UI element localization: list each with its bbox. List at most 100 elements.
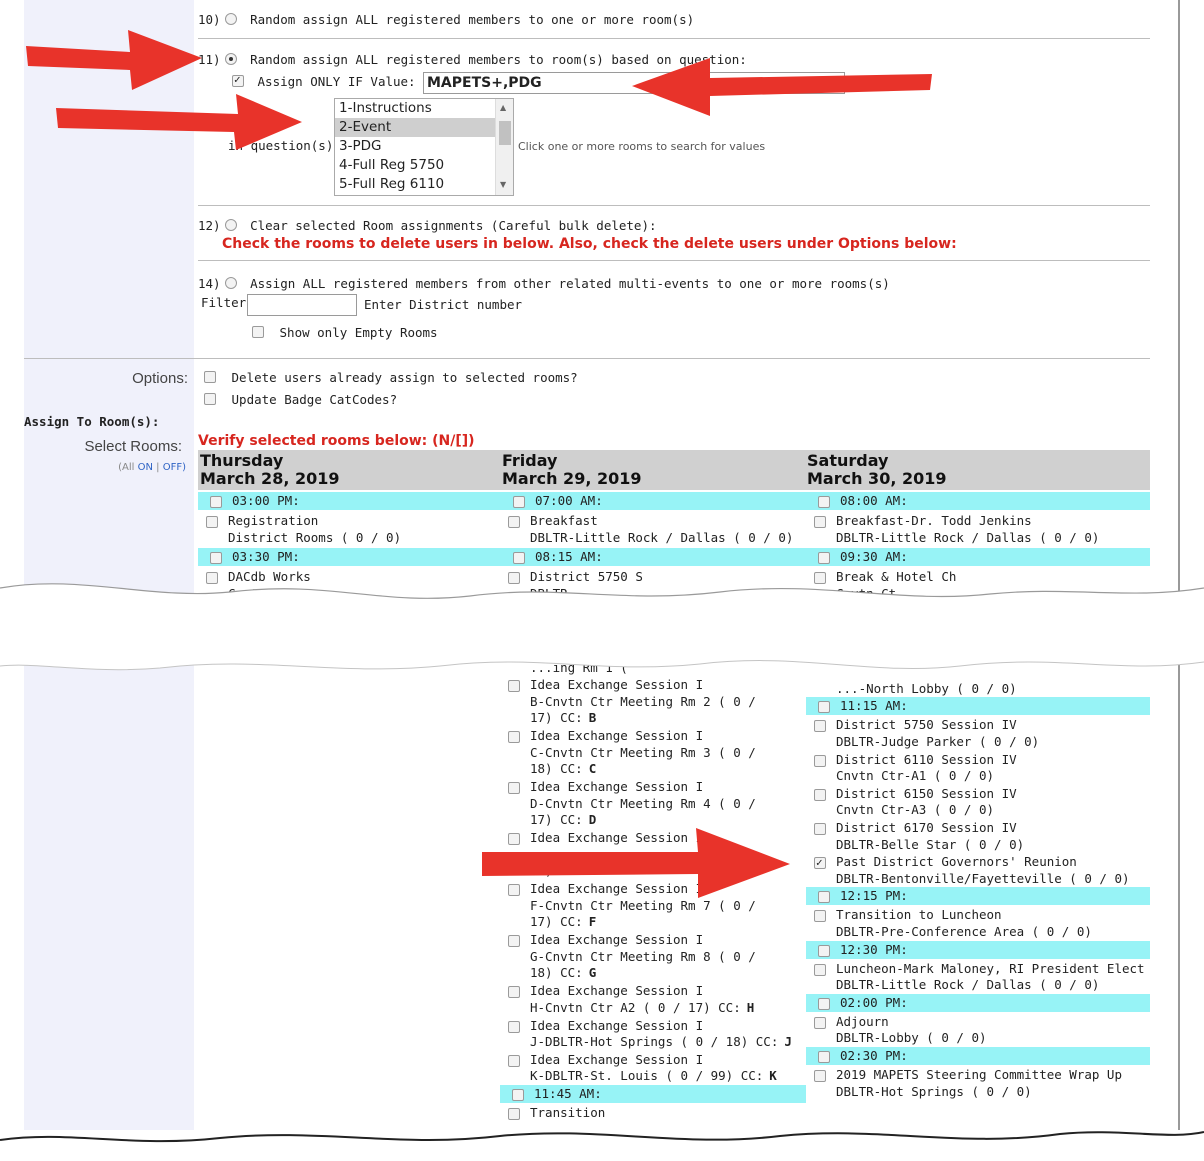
empty-rooms-row: Show only Empty Rooms [252,325,438,340]
room-checkbox[interactable] [508,935,520,948]
room-checkbox[interactable] [508,1054,520,1067]
time-slot[interactable]: 07:00 AM: [513,493,603,510]
room-item[interactable]: Registration District Rooms ( 0 / 0) [206,513,401,546]
room-checkbox[interactable] [814,788,826,801]
cc-code: H [746,999,755,1015]
all-on-link[interactable]: ON [138,462,153,473]
room-location: DBLTR-Hot Springs ( 0 / 0) [836,1084,1122,1101]
room-item[interactable]: Idea Exchange Session I J-DBLTR-Hot Sprin… [508,1018,792,1051]
time-slot-checkbox[interactable] [210,496,222,508]
update-badge-checkbox[interactable] [204,393,216,405]
room-line-text: 17) CC: [530,914,583,930]
time-slot-checkbox[interactable] [818,552,830,564]
room-checkbox[interactable] [508,680,520,693]
time-slot[interactable]: 08:15 AM: [513,549,603,566]
empty-rooms-checkbox[interactable] [252,326,264,338]
room-item[interactable]: ...-North Lobby ( 0 / 0) [836,681,1017,698]
room-item[interactable]: Idea Exchange Session I B-Cnvtn Ctr Meeti… [508,677,756,727]
room-checkbox[interactable] [814,1070,826,1082]
time-slot-checkbox[interactable] [818,997,830,1010]
time-slot[interactable]: 11:15 AM: [818,698,908,715]
room-checkbox[interactable] [814,516,826,528]
room-item[interactable]: Adjourn DBLTR-Lobby ( 0 / 0) [814,1014,987,1047]
room-item[interactable]: District 6170 Session IV DBLTR-Belle Star… [814,820,1024,853]
room-line-text: D-Cnvtn Ctr Meeting Rm 4 ( 0 / [530,795,756,811]
time-slot[interactable]: 11:45 AM: [512,1086,602,1103]
all-off-link[interactable]: OFF) [163,462,186,473]
room-checkbox[interactable] [508,986,520,999]
time-slot-checkbox[interactable] [512,1089,524,1101]
room-item[interactable]: Luncheon-Mark Maloney, RI President Elec… [814,961,1145,994]
time-slot[interactable]: 12:30 PM: [818,942,908,959]
room-checkbox[interactable] [206,516,218,528]
room-checkbox[interactable] [814,754,826,767]
room-checkbox[interactable] [508,731,520,744]
room-location: DBLTR-Little Rock / Dallas ( 0 / 0) [836,977,1145,994]
time-label: 02:00 PM: [840,994,908,1010]
question-option[interactable]: 1-Instructions [335,99,513,118]
option-11-radio[interactable] [224,53,237,65]
all-on-off: (All ON | OFF) [24,462,186,473]
room-item[interactable]: District 5750 Session IV DBLTR-Judge Park… [814,717,1039,750]
time-slot-checkbox[interactable] [513,496,525,508]
room-item[interactable]: Idea Exchange Session I K-DBLTR-St. Louis… [508,1052,777,1085]
scroll-down-icon[interactable]: ▼ [500,180,506,189]
time-slot[interactable]: 12:15 PM: [818,888,908,905]
filter-hint: Enter District number [364,297,523,312]
room-item[interactable]: District 6150 Session IV Cnvtn Ctr-A3 ( 0… [814,786,1017,819]
listbox-scrollbar[interactable]: ▲ ▼ [495,99,513,195]
room-title: Breakfast [530,513,598,528]
time-slot[interactable]: 03:30 PM: [210,549,300,566]
option-14-radio[interactable] [224,277,237,289]
question-option-selected[interactable]: 2-Event [335,118,513,137]
room-title: Adjourn [836,1014,987,1031]
time-slot-checkbox[interactable] [818,701,830,714]
time-slot-checkbox[interactable] [818,1051,830,1063]
time-slot[interactable]: 03:00 PM: [210,493,300,510]
room-checkbox[interactable] [508,516,520,528]
time-bar [198,548,1150,566]
time-slot-checkbox[interactable] [210,552,222,564]
room-checkbox[interactable] [508,1020,520,1033]
question-option[interactable]: 3-PDG [335,137,513,156]
delete-warning: Check the rooms to delete users in below… [222,236,957,252]
select-rooms-label: Select Rooms: [84,438,182,455]
room-checkbox-checked[interactable] [814,855,826,872]
room-checkbox[interactable] [814,720,826,733]
time-slot[interactable]: 02:00 PM: [818,994,908,1012]
time-slot-checkbox[interactable] [818,944,830,957]
time-slot[interactable]: 02:30 PM: [818,1048,908,1065]
question-listbox[interactable]: 1-Instructions 2-Event 3-PDG 4-Full Reg … [334,98,514,196]
day-date: March 29, 2019 [502,469,642,488]
time-slot[interactable]: 08:00 AM: [818,493,908,510]
room-item[interactable]: Idea Exchange Session I C-Cnvtn Ctr Meeti… [508,728,756,778]
assign-only-if-checkbox[interactable] [232,73,244,87]
room-item[interactable]: Past District Governors' ReunionDBLTR-Be… [814,854,1130,887]
question-option[interactable]: 4-Full Reg 5750 [335,156,513,175]
room-item[interactable]: Transition to Luncheon DBLTR-Pre-Conferen… [814,907,1092,940]
room-checkbox[interactable] [814,1016,826,1029]
time-slot[interactable]: 09:30 AM: [818,549,908,566]
room-checkbox[interactable] [814,910,826,923]
room-checkbox[interactable] [814,963,826,976]
time-slot-checkbox[interactable] [818,496,830,508]
option-10-radio[interactable] [224,13,237,25]
room-item[interactable]: Breakfast DBLTR-Little Rock / Dallas ( 0 … [508,513,793,546]
room-item[interactable]: 2019 MAPETS Steering Committee Wrap Up DB… [814,1067,1122,1101]
filter-input[interactable] [247,294,357,316]
room-item[interactable]: Breakfast-Dr. Todd Jenkins DBLTR-Little R… [814,513,1099,546]
room-item[interactable]: Idea Exchange Session I H-Cnvtn Ctr A2 ( … [508,983,755,1016]
room-checkbox[interactable] [508,782,520,795]
scroll-up-icon[interactable]: ▲ [500,103,506,112]
room-checkbox[interactable] [814,823,826,835]
option-12-radio[interactable] [224,219,237,231]
time-slot-checkbox[interactable] [513,552,525,564]
delete-users-checkbox[interactable] [204,371,216,383]
room-line-text: DBLTR-Little Rock / Dallas ( 0 / 0) [836,977,1100,993]
cc-code: F [588,914,597,930]
time-slot-checkbox[interactable] [818,891,830,904]
question-option[interactable]: 5-Full Reg 6110 [335,175,513,194]
room-item[interactable]: Idea Exchange Session I G-Cnvtn Ctr Meeti… [508,932,756,982]
room-item[interactable]: District 6110 Session IV Cnvtn Ctr-A1 ( 0… [814,752,1017,785]
scroll-thumb[interactable] [499,121,511,145]
